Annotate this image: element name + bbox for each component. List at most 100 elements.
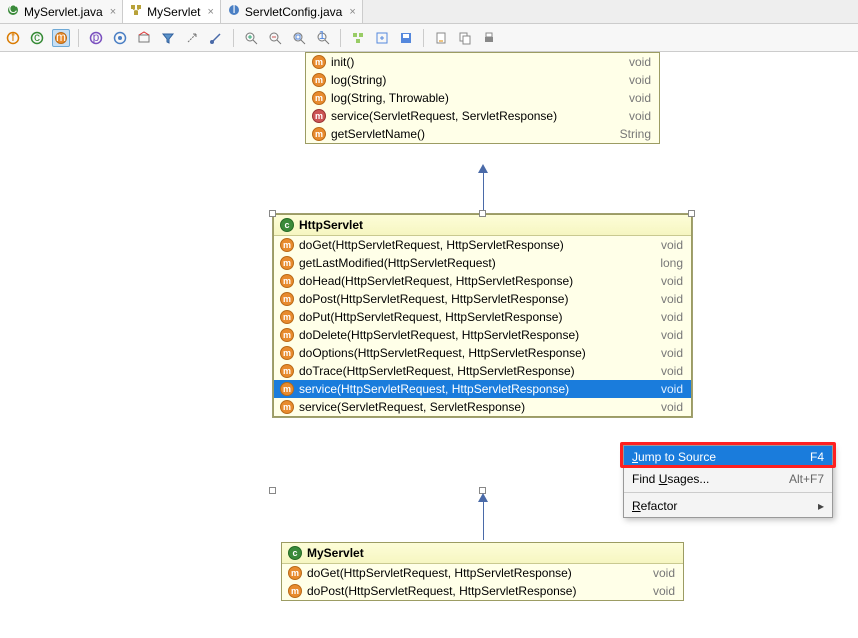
tb-field-icon[interactable]: f (4, 29, 22, 47)
uml-method-row[interactable]: m service(ServletRequest, ServletResponse… (306, 107, 659, 125)
method-icon: m (280, 310, 294, 324)
tb-visibility-icon[interactable] (135, 29, 153, 47)
inheritance-arrow-icon (478, 164, 488, 173)
context-menu-item[interactable]: Find Usages...Alt+F7 (624, 468, 832, 490)
method-signature: log(String, Throwable) (331, 91, 624, 105)
editor-tabs: CMyServlet.java× MyServlet × I ServletConfig… (0, 0, 858, 24)
tab-label: MyServlet (147, 5, 200, 19)
class-icon: c (280, 218, 294, 232)
uml-method-row[interactable]: mdoHead(HttpServletRequest, HttpServletR… (274, 272, 691, 290)
submenu-arrow-icon: ▸ (818, 499, 824, 513)
method-signature: service(HttpServletRequest, HttpServletR… (299, 382, 656, 396)
editor-tab[interactable]: MyServlet × (123, 0, 221, 23)
method-icon: m (288, 584, 302, 598)
uml-method-row[interactable]: mdoGet(HttpServletRequest, HttpServletRe… (274, 236, 691, 254)
uml-method-row[interactable]: m doTrace(HttpServletRequest, HttpServlet… (274, 362, 691, 380)
method-signature: doPut(HttpServletRequest, HttpServletRes… (299, 310, 656, 324)
method-signature: doGet(HttpServletRequest, HttpServletRes… (299, 238, 656, 252)
method-signature: doPost(HttpServletRequest, HttpServletRe… (299, 292, 656, 306)
uml-method-row[interactable]: mservice(ServletRequest, ServletResponse… (274, 398, 691, 416)
method-return-type: void (661, 400, 685, 414)
uml-canvas[interactable]: minit()voidmlog(String)voidmlog(String, … (0, 52, 858, 638)
method-return-type: void (661, 328, 685, 342)
uml-method-row[interactable]: minit()void (306, 53, 659, 71)
editor-tab[interactable]: CMyServlet.java× (0, 0, 123, 23)
method-return-type: void (661, 310, 685, 324)
context-menu-item[interactable]: Refactor▸ (624, 495, 832, 517)
resize-handle[interactable] (269, 210, 276, 217)
resize-handle[interactable] (479, 210, 486, 217)
svg-text:p: p (93, 31, 100, 44)
uml-method-row[interactable]: mdoDelete(HttpServletRequest, HttpServle… (274, 326, 691, 344)
uml-method-row[interactable]: mdoPost(HttpServletRequest, HttpServletR… (274, 290, 691, 308)
tb-copy-icon[interactable] (456, 29, 474, 47)
method-icon: m (280, 274, 294, 288)
menu-item-label: Jump to Source (632, 450, 716, 464)
method-signature: service(ServletRequest, ServletResponse) (331, 109, 624, 123)
method-icon: m (280, 382, 294, 396)
method-return-type: void (661, 274, 685, 288)
tb-print-icon[interactable] (480, 29, 498, 47)
tb-edge-icon[interactable] (207, 29, 225, 47)
uml-method-row[interactable]: mdoPost(HttpServletRequest, HttpServletR… (282, 582, 683, 600)
uml-class-httpservlet[interactable]: c HttpServlet mdoGet(HttpServletRequest,… (273, 214, 692, 417)
class-icon: c (288, 546, 302, 560)
method-return-type: void (661, 382, 685, 396)
uml-method-row[interactable]: mgetServletName()String (306, 125, 659, 143)
method-icon: m (280, 256, 294, 270)
tb-constructor-icon[interactable]: c (28, 29, 46, 47)
method-signature: getLastModified(HttpServletRequest) (299, 256, 655, 270)
method-signature: doTrace(HttpServletRequest, HttpServletR… (299, 364, 656, 378)
method-return-type: long (660, 256, 685, 270)
resize-handle[interactable] (269, 487, 276, 494)
method-icon: m (280, 346, 294, 360)
svg-text:I: I (232, 3, 235, 16)
method-icon: m (280, 364, 294, 378)
tb-zoom-actual-icon[interactable]: 1 (314, 29, 332, 47)
tb-zoom-out-icon[interactable] (266, 29, 284, 47)
close-icon[interactable]: × (349, 6, 355, 18)
uml-method-row[interactable]: mlog(String, Throwable)void (306, 89, 659, 107)
method-icon: m (280, 400, 294, 414)
context-menu-item[interactable]: Jump to SourceF4 (624, 446, 832, 468)
svg-text:c: c (34, 31, 40, 44)
class-file-icon: C (6, 3, 20, 20)
uml-method-row[interactable]: m doPut(HttpServletRequest, HttpServletRe… (274, 308, 691, 326)
menu-separator (624, 492, 832, 493)
tb-save-icon[interactable] (397, 29, 415, 47)
method-return-type: void (661, 346, 685, 360)
uml-method-row[interactable]: mlog(String)void (306, 71, 659, 89)
method-icon: m (280, 328, 294, 342)
method-return-type: void (653, 566, 677, 580)
tb-filter-icon[interactable] (159, 29, 177, 47)
uml-method-row[interactable]: m getLastModified(HttpServletRequest) long (274, 254, 691, 272)
tb-layout-icon[interactable] (349, 29, 367, 47)
tb-apply-layout-icon[interactable] (373, 29, 391, 47)
tab-label: ServletConfig.java (245, 5, 342, 19)
method-signature: log(String) (331, 73, 624, 87)
tb-dependency-icon[interactable] (183, 29, 201, 47)
tb-zoom-in-icon[interactable] (242, 29, 260, 47)
uml-class-genericservlet[interactable]: minit()voidmlog(String)void m log(String, … (305, 52, 660, 144)
svg-text:m: m (56, 31, 66, 44)
uml-class-myservlet[interactable]: c MyServlet mdoGet(HttpServletRequest, H… (281, 542, 684, 601)
resize-handle[interactable] (688, 210, 695, 217)
method-icon: m (312, 91, 326, 105)
uml-method-row[interactable]: mdoOptions(HttpServletRequest, HttpServl… (274, 344, 691, 362)
class-name: HttpServlet (299, 218, 363, 232)
method-icon: m (312, 127, 326, 141)
context-menu: Jump to SourceF4Find Usages...Alt+F7 Refa… (623, 445, 833, 518)
tb-export-icon[interactable] (432, 29, 450, 47)
close-icon[interactable]: × (110, 6, 116, 18)
tb-property-icon[interactable]: p (87, 29, 105, 47)
uml-method-row[interactable]: m service(HttpServletRequest, HttpServlet… (274, 380, 691, 398)
tb-inner-icon[interactable] (111, 29, 129, 47)
method-signature: doGet(HttpServletRequest, HttpServletRes… (307, 566, 648, 580)
abstract-method-icon: m (312, 109, 326, 123)
uml-method-row[interactable]: mdoGet(HttpServletRequest, HttpServletRe… (282, 564, 683, 582)
tb-zoom-fit-icon[interactable] (290, 29, 308, 47)
inheritance-arrow-icon (478, 493, 488, 502)
tb-method-icon[interactable]: m (52, 29, 70, 47)
close-icon[interactable]: × (207, 6, 213, 18)
editor-tab[interactable]: I ServletConfig.java × (221, 0, 363, 23)
